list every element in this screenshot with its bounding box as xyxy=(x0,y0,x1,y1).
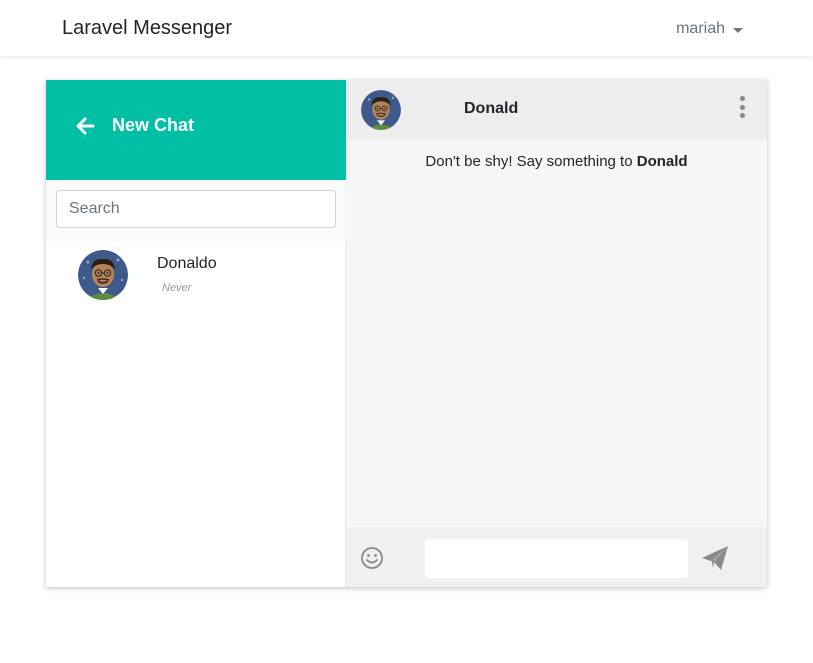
empty-chat-text: Don't be shy! Say something to xyxy=(425,153,637,170)
message-composer xyxy=(346,527,767,587)
arrow-left-icon[interactable] xyxy=(76,117,96,135)
user-menu-dropdown[interactable]: mariah xyxy=(676,20,743,38)
smiley-icon[interactable] xyxy=(360,546,384,570)
search-input[interactable] xyxy=(56,190,336,228)
contact-avatar xyxy=(78,250,128,300)
kebab-menu-icon[interactable] xyxy=(737,96,747,118)
contact-last-seen: Never xyxy=(162,282,192,294)
chat-contact-avatar[interactable] xyxy=(361,90,401,130)
contact-list-item[interactable]: Donaldo Never xyxy=(46,241,346,311)
chat-contact-name: Donald xyxy=(464,100,519,117)
empty-chat-contact: Donald xyxy=(636,153,688,170)
user-name: mariah xyxy=(676,20,725,37)
new-chat-title: New Chat xyxy=(112,115,195,135)
paper-plane-icon[interactable] xyxy=(701,545,729,571)
top-navbar: Laravel Messenger mariah xyxy=(0,0,813,56)
messenger-card: New Chat Search Donaldo Never Donald Don… xyxy=(46,80,767,587)
caret-down-icon xyxy=(733,27,743,33)
search-container xyxy=(46,180,346,241)
new-chat-header: New Chat xyxy=(46,80,346,180)
empty-chat-message: Don't be shy! Say something to Donald xyxy=(346,153,767,170)
message-input[interactable] xyxy=(425,539,688,578)
app-brand[interactable]: Laravel Messenger xyxy=(62,17,232,40)
chat-panel: Donald Don't be shy! Say something to Do… xyxy=(346,80,767,587)
contact-name: Donaldo xyxy=(157,255,217,272)
chat-header: Donald xyxy=(346,80,767,140)
contacts-panel: New Chat Search Donaldo Never xyxy=(46,80,346,587)
